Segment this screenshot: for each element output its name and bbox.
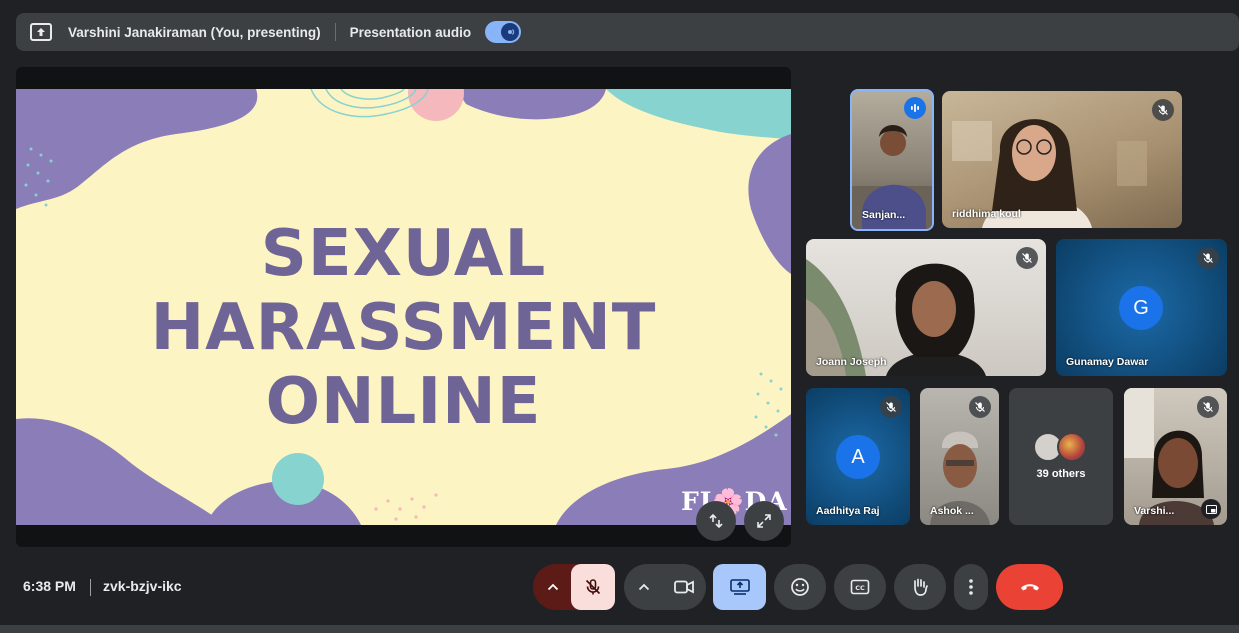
camera-control-group bbox=[624, 564, 706, 610]
slide-title-line: HARASSMENT bbox=[150, 291, 657, 365]
participant-name: Gunamay Dawar bbox=[1066, 356, 1149, 368]
participant-tile-aadhitya[interactable]: A Aadhitya Raj bbox=[806, 388, 910, 525]
more-vert-icon bbox=[969, 579, 973, 595]
mic-off-indicator bbox=[880, 396, 902, 418]
raise-hand-button[interactable] bbox=[894, 564, 946, 610]
mic-off-icon bbox=[975, 402, 985, 412]
participant-name: Varshi... bbox=[1134, 505, 1175, 517]
participant-name: Joann Joseph bbox=[816, 356, 887, 368]
captions-icon: CC bbox=[850, 579, 870, 595]
avatar: A bbox=[836, 435, 880, 479]
pip-icon bbox=[1205, 504, 1217, 514]
mic-off-icon bbox=[1158, 105, 1168, 115]
slide-title: SEXUAL HARASSMENT ONLINE bbox=[16, 217, 791, 439]
slide-title-line: ONLINE bbox=[265, 365, 542, 439]
mic-off-icon bbox=[1203, 402, 1213, 412]
divider bbox=[334, 23, 336, 41]
collapse-button[interactable] bbox=[696, 501, 736, 541]
divider bbox=[90, 579, 91, 596]
camera-icon bbox=[674, 580, 694, 594]
meeting-code: zvk-bzjv-ikc bbox=[103, 578, 182, 594]
participant-name: Aadhitya Raj bbox=[816, 505, 880, 517]
mic-off-indicator bbox=[1197, 247, 1219, 269]
chevron-up-icon bbox=[638, 583, 650, 591]
chevron-up-icon bbox=[547, 583, 559, 591]
svg-text:CC: CC bbox=[855, 584, 865, 592]
present-now-button[interactable] bbox=[713, 564, 766, 610]
shared-slide: SEXUAL HARASSMENT ONLINE FI🌸DA bbox=[16, 89, 791, 525]
present-icon bbox=[30, 23, 52, 41]
mic-off-icon bbox=[886, 402, 896, 412]
reactions-button[interactable] bbox=[774, 564, 826, 610]
others-avatars bbox=[1033, 432, 1089, 462]
mic-toggle-button[interactable] bbox=[571, 564, 615, 610]
mic-off-icon bbox=[1022, 253, 1032, 263]
participant-tile-sanjan[interactable]: Sanjan... bbox=[850, 89, 934, 231]
presentation-stage: SEXUAL HARASSMENT ONLINE FI🌸DA bbox=[16, 67, 791, 547]
window-bottom-edge bbox=[0, 625, 1239, 633]
mic-off-indicator bbox=[969, 396, 991, 418]
participant-name: Ashok ... bbox=[930, 505, 974, 517]
participant-tile-joann[interactable]: Joann Joseph bbox=[806, 239, 1046, 376]
fullscreen-icon bbox=[757, 514, 771, 528]
fullscreen-button[interactable] bbox=[744, 501, 784, 541]
avatar bbox=[1057, 432, 1087, 462]
more-options-button[interactable] bbox=[954, 564, 988, 610]
presentation-audio-label: Presentation audio bbox=[349, 24, 472, 40]
mic-off-indicator bbox=[1152, 99, 1174, 121]
emoji-icon bbox=[791, 578, 809, 596]
participant-tile-gunamay[interactable]: G Gunamay Dawar bbox=[1056, 239, 1227, 376]
participant-name: riddhima koul bbox=[952, 208, 1021, 220]
participant-name: Sanjan... bbox=[862, 209, 906, 221]
camera-toggle-button[interactable] bbox=[662, 564, 706, 610]
presenter-name: Varshini Janakiraman (You, presenting) bbox=[68, 24, 321, 40]
participant-tile-others[interactable]: 39 others bbox=[1009, 388, 1113, 525]
mic-off-icon bbox=[585, 579, 601, 595]
presentation-audio-toggle[interactable] bbox=[485, 21, 522, 43]
end-call-button[interactable] bbox=[996, 564, 1063, 610]
speaking-indicator bbox=[904, 97, 926, 119]
audio-icon bbox=[501, 23, 520, 41]
participant-tile-varshini[interactable]: Varshi... bbox=[1124, 388, 1227, 525]
end-call-icon bbox=[1020, 584, 1039, 591]
raise-hand-icon bbox=[914, 578, 928, 596]
collapse-icon bbox=[709, 513, 723, 529]
mic-off-indicator bbox=[1197, 396, 1219, 418]
audio-options-button[interactable] bbox=[533, 564, 573, 610]
stage-controls bbox=[696, 501, 784, 541]
presenting-bar: Varshini Janakiraman (You, presenting) P… bbox=[16, 13, 1239, 51]
slide-title-line: SEXUAL bbox=[260, 217, 547, 291]
participant-tile-riddhima[interactable]: riddhima koul bbox=[942, 91, 1182, 228]
mic-off-indicator bbox=[1016, 247, 1038, 269]
mic-off-icon bbox=[1203, 253, 1213, 263]
current-time: 6:38 PM bbox=[23, 578, 76, 594]
speaking-icon bbox=[911, 104, 919, 112]
mic-control-group bbox=[533, 564, 615, 610]
avatar: G bbox=[1119, 286, 1163, 330]
others-count: 39 others bbox=[1036, 468, 1086, 480]
video-options-button[interactable] bbox=[624, 564, 664, 610]
pip-indicator bbox=[1201, 499, 1221, 519]
present-now-icon bbox=[729, 579, 750, 595]
participant-tile-ashok[interactable]: Ashok ... bbox=[920, 388, 999, 525]
captions-button[interactable]: CC bbox=[834, 564, 886, 610]
